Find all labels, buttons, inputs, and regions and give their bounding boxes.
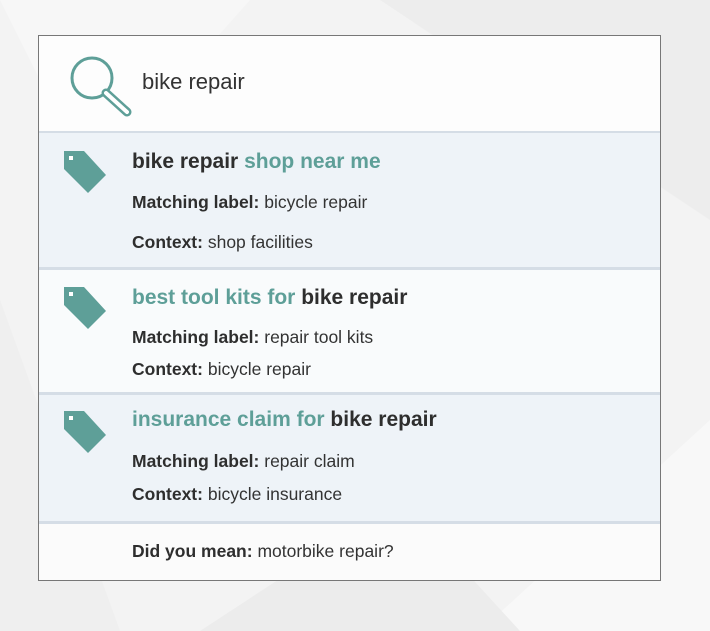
tag-icon <box>64 287 106 329</box>
matching-label-value: repair claim <box>264 451 355 471</box>
search-result-2[interactable]: best tool kits for bike repair Matching … <box>39 270 660 395</box>
matching-label-value: bicycle repair <box>264 192 368 212</box>
context: Context: bicycle insurance <box>132 484 342 505</box>
matching-label: Matching label: repair tool kits <box>132 327 373 348</box>
result-title-suggestion: best tool kits for <box>132 286 296 309</box>
matching-label-key: Matching label: <box>132 192 260 212</box>
context-key: Context: <box>132 484 203 504</box>
result-title: insurance claim for bike repair <box>132 408 437 432</box>
result-title: bike repair shop near me <box>132 150 381 174</box>
context: Context: bicycle repair <box>132 359 311 380</box>
tag-icon <box>64 411 106 453</box>
did-you-mean-link[interactable]: motorbike repair? <box>257 541 393 561</box>
did-you-mean-key: Did you mean: <box>132 541 253 561</box>
context-value: bicycle insurance <box>207 484 343 504</box>
context-key: Context: <box>132 232 203 252</box>
matching-label: Matching label: repair claim <box>132 451 355 472</box>
search-input[interactable]: bike repair <box>142 69 245 95</box>
search-icon <box>70 56 132 117</box>
context-value: bicycle repair <box>207 359 311 379</box>
tag-icon <box>64 151 106 193</box>
context: Context: shop facilities <box>132 232 313 253</box>
result-title-suggestion: shop near me <box>244 150 381 173</box>
result-title-query: bike repair <box>330 408 437 431</box>
search-result-3[interactable]: insurance claim for bike repair Matching… <box>39 395 660 524</box>
context-key: Context: <box>132 359 203 379</box>
search-result-1[interactable]: bike repair shop near me Matching label:… <box>39 133 660 270</box>
result-title-query: bike repair <box>301 286 408 309</box>
result-title-suggestion: insurance claim for <box>132 408 325 431</box>
matching-label-key: Matching label: <box>132 451 260 471</box>
did-you-mean-line: Did you mean: motorbike repair? <box>132 541 394 562</box>
search-bar[interactable]: bike repair <box>39 36 660 133</box>
result-title: best tool kits for bike repair <box>132 286 407 310</box>
matching-label-key: Matching label: <box>132 327 260 347</box>
matching-label: Matching label: bicycle repair <box>132 192 367 213</box>
matching-label-value: repair tool kits <box>264 327 374 347</box>
result-title-query: bike repair <box>132 150 239 173</box>
did-you-mean[interactable]: Did you mean: motorbike repair? <box>39 524 660 580</box>
search-panel: bike repair bike repair shop near me Mat… <box>38 35 661 581</box>
context-value: shop facilities <box>207 232 313 252</box>
